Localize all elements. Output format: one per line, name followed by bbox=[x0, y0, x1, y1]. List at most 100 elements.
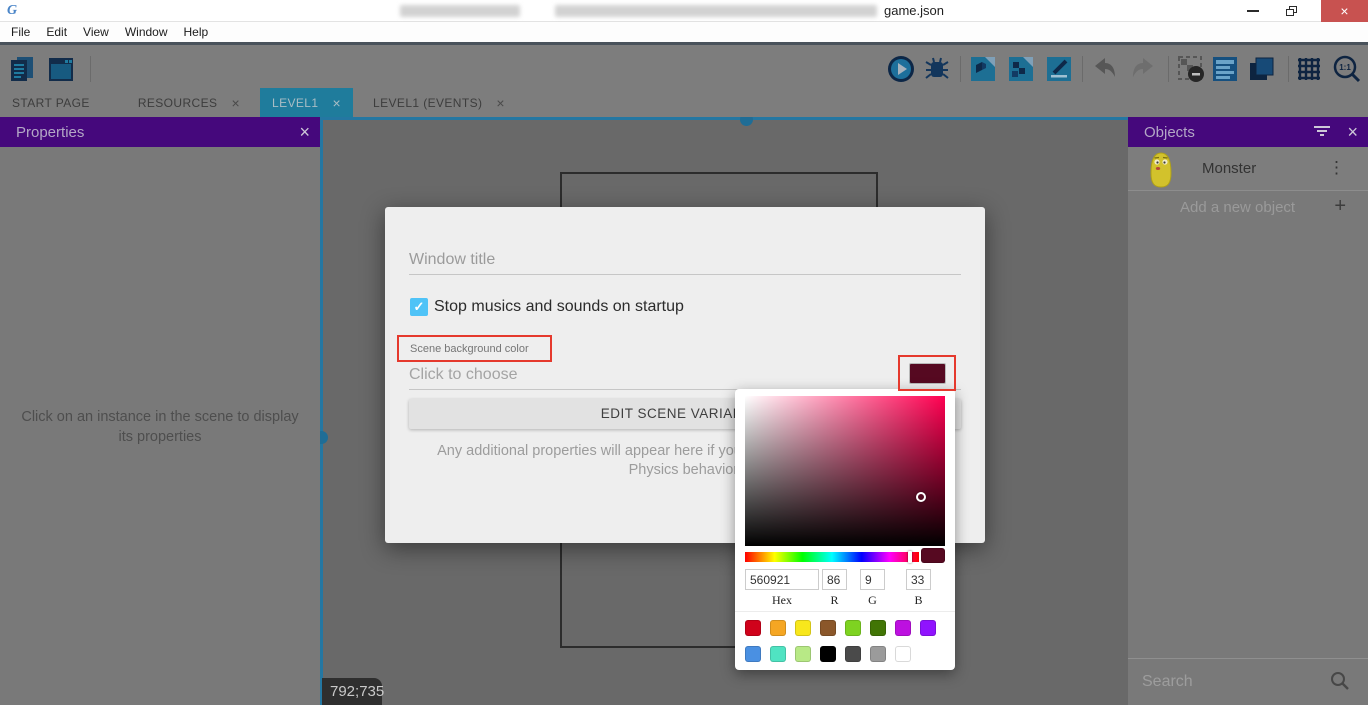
svg-text:1:1: 1:1 bbox=[1339, 63, 1351, 72]
resize-handle-left[interactable] bbox=[320, 431, 328, 444]
divider bbox=[735, 611, 955, 612]
object-name: Monster bbox=[1202, 160, 1256, 177]
editor-tabs: START PAGE RESOURCES × LEVEL1 × LEVEL1 (… bbox=[0, 88, 1368, 117]
tab-close-icon[interactable]: × bbox=[332, 95, 341, 111]
objects-panel-title: Objects bbox=[1144, 124, 1195, 141]
annotation-box-label bbox=[397, 335, 552, 362]
tab-start-page[interactable]: START PAGE bbox=[0, 88, 102, 117]
preset-swatches bbox=[745, 620, 950, 672]
layers-icon[interactable] bbox=[1246, 54, 1276, 84]
add-new-object-label: Add a new object bbox=[1180, 199, 1295, 216]
menu-bar: File Edit View Window Help bbox=[0, 22, 1368, 42]
gdevelop-logo-icon: G bbox=[7, 3, 25, 19]
blue-input[interactable] bbox=[906, 569, 931, 590]
background-color-field[interactable]: Click to choose bbox=[409, 366, 518, 384]
undo-icon[interactable] bbox=[1090, 54, 1120, 84]
redacted-path-block bbox=[400, 5, 520, 17]
add-multiple-objects-icon[interactable] bbox=[1006, 54, 1036, 84]
project-manager-icon[interactable] bbox=[8, 54, 38, 84]
preset-color[interactable] bbox=[920, 620, 936, 636]
filter-icon[interactable] bbox=[1314, 126, 1330, 138]
debug-icon[interactable] bbox=[922, 54, 952, 84]
menu-edit[interactable]: Edit bbox=[41, 25, 78, 39]
redo-icon[interactable] bbox=[1128, 54, 1158, 84]
menu-window[interactable]: Window bbox=[120, 25, 179, 39]
tab-level1-events[interactable]: LEVEL1 (EVENTS) × bbox=[361, 88, 517, 117]
current-color-preview bbox=[921, 548, 945, 563]
restore-button[interactable] bbox=[1274, 0, 1308, 22]
preset-color[interactable] bbox=[820, 620, 836, 636]
preset-color[interactable] bbox=[870, 646, 886, 662]
redacted-path-block bbox=[555, 5, 877, 17]
preset-color[interactable] bbox=[895, 620, 911, 636]
object-row-monster[interactable]: Monster ⋮ bbox=[1128, 147, 1368, 191]
object-menu-icon[interactable]: ⋮ bbox=[1328, 158, 1346, 178]
toolbar: 1:1 bbox=[0, 42, 1368, 88]
mask-icon[interactable] bbox=[1176, 54, 1206, 84]
hex-label: Hex bbox=[745, 593, 819, 608]
close-button[interactable]: × bbox=[1321, 0, 1368, 22]
preset-color[interactable] bbox=[820, 646, 836, 662]
add-object-icon[interactable] bbox=[968, 54, 998, 84]
green-input[interactable] bbox=[860, 569, 885, 590]
objects-search-bar bbox=[1128, 658, 1368, 705]
properties-empty-message: Click on an instance in the scene to dis… bbox=[0, 407, 320, 447]
properties-panel-title: Properties bbox=[16, 124, 84, 141]
preset-color[interactable] bbox=[870, 620, 886, 636]
preset-color[interactable] bbox=[795, 646, 811, 662]
hue-slider-handle[interactable] bbox=[908, 551, 912, 563]
saturation-cursor[interactable] bbox=[916, 492, 926, 502]
scene-bounds-left-line bbox=[320, 117, 323, 705]
tab-close-icon[interactable]: × bbox=[231, 95, 240, 111]
tab-close-icon[interactable]: × bbox=[496, 95, 505, 111]
menu-file[interactable]: File bbox=[6, 25, 41, 39]
menu-view[interactable]: View bbox=[78, 25, 120, 39]
stop-music-label: Stop musics and sounds on startup bbox=[434, 298, 684, 316]
preset-color[interactable] bbox=[845, 620, 861, 636]
annotation-box-swatch bbox=[898, 355, 956, 391]
cursor-coordinates-badge: 792;735 bbox=[322, 678, 382, 705]
g-label: G bbox=[860, 593, 885, 608]
search-icon bbox=[1330, 671, 1350, 691]
close-objects-icon[interactable]: × bbox=[1347, 122, 1358, 143]
properties-panel-header: Properties × bbox=[0, 117, 320, 147]
preset-color[interactable] bbox=[770, 646, 786, 662]
zoom-1-1-icon[interactable]: 1:1 bbox=[1332, 54, 1362, 84]
minimize-button[interactable] bbox=[1238, 0, 1268, 22]
red-input[interactable] bbox=[822, 569, 847, 590]
tab-resources[interactable]: RESOURCES × bbox=[126, 88, 252, 117]
hex-input[interactable] bbox=[745, 569, 819, 590]
preset-color[interactable] bbox=[770, 620, 786, 636]
saturation-area[interactable] bbox=[745, 396, 945, 546]
scene-bounds-top-line bbox=[320, 117, 1128, 120]
tab-level1[interactable]: LEVEL1 × bbox=[260, 88, 353, 117]
edit-scene-icon[interactable] bbox=[1044, 54, 1074, 84]
plus-icon: + bbox=[1334, 195, 1346, 218]
preset-color[interactable] bbox=[745, 620, 761, 636]
preset-color[interactable] bbox=[895, 646, 911, 662]
preview-play-icon[interactable] bbox=[886, 54, 916, 84]
menu-help[interactable]: Help bbox=[179, 25, 220, 39]
start-page-icon[interactable] bbox=[46, 54, 76, 84]
window-title-field[interactable]: Window title bbox=[409, 251, 961, 269]
monster-object-icon bbox=[1148, 151, 1174, 189]
properties-panel: Click on an instance in the scene to dis… bbox=[0, 147, 320, 705]
resize-handle-top[interactable] bbox=[740, 117, 753, 126]
add-new-object-row[interactable]: Add a new object + bbox=[1128, 192, 1368, 222]
r-label: R bbox=[822, 593, 847, 608]
window-title: game.json bbox=[884, 3, 944, 18]
preset-color[interactable] bbox=[845, 646, 861, 662]
preset-color[interactable] bbox=[745, 646, 761, 662]
gdevelop-window: G game.json × File Edit View Window Help bbox=[0, 0, 1368, 705]
preset-color[interactable] bbox=[795, 620, 811, 636]
objects-panel-header: Objects × bbox=[1128, 117, 1368, 147]
b-label: B bbox=[906, 593, 931, 608]
field-underline bbox=[409, 274, 961, 275]
search-input[interactable] bbox=[1142, 669, 1322, 695]
grid-icon[interactable] bbox=[1294, 54, 1324, 84]
objects-list-icon[interactable] bbox=[1210, 54, 1240, 84]
hue-slider[interactable] bbox=[745, 552, 919, 562]
stop-music-checkbox[interactable]: ✓ bbox=[410, 298, 428, 316]
close-properties-icon[interactable]: × bbox=[299, 122, 310, 143]
objects-panel: Monster ⋮ Add a new object + bbox=[1128, 147, 1368, 705]
